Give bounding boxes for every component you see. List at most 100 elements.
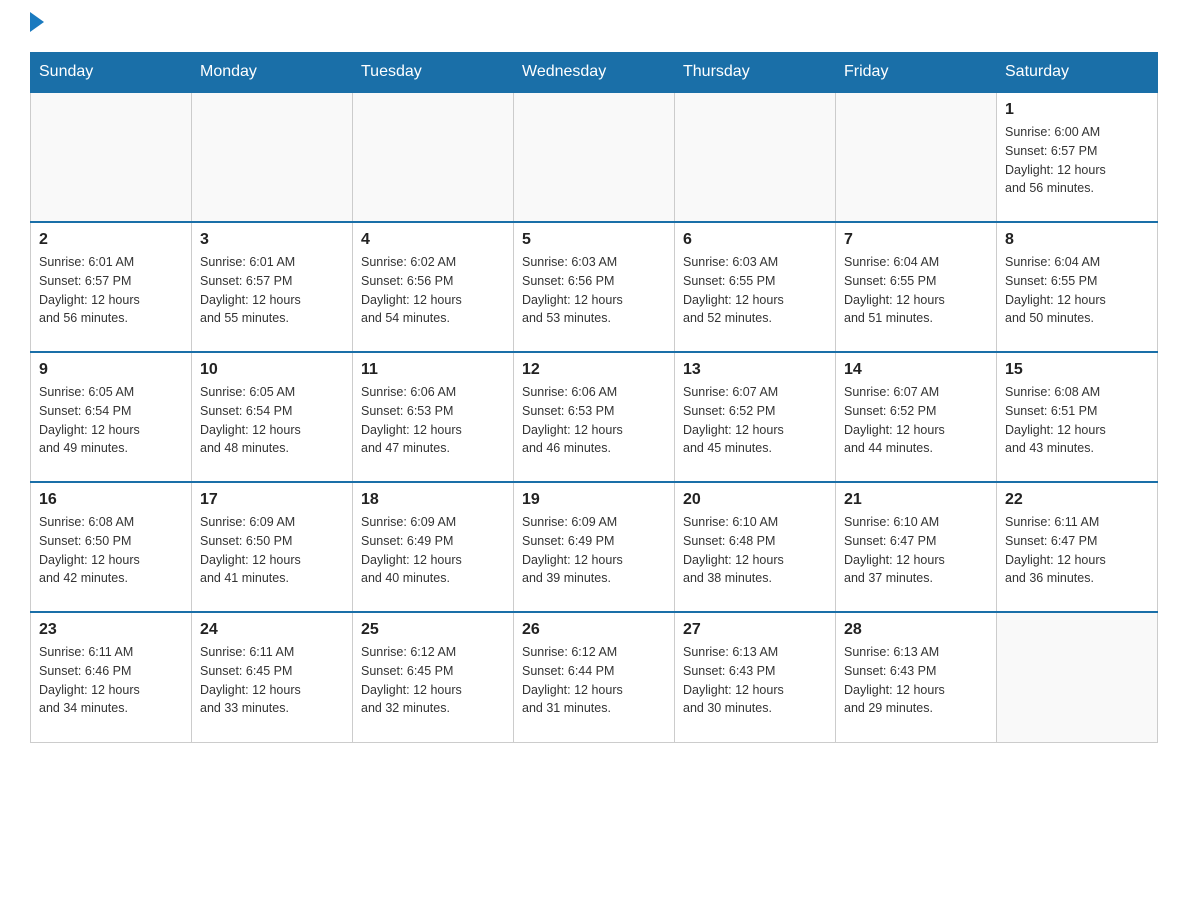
weekday-header-sunday: Sunday <box>31 53 192 93</box>
calendar-cell: 25 Sunrise: 6:12 AM Sunset: 6:45 PM Dayli… <box>353 612 514 742</box>
weekday-header-wednesday: Wednesday <box>514 53 675 93</box>
day-info: Sunrise: 6:02 AM Sunset: 6:56 PM Dayligh… <box>361 253 505 328</box>
day-info: Sunrise: 6:11 AM Sunset: 6:45 PM Dayligh… <box>200 643 344 718</box>
logo <box>30 20 44 32</box>
calendar-cell: 2 Sunrise: 6:01 AM Sunset: 6:57 PM Daylig… <box>31 222 192 352</box>
day-info: Sunrise: 6:06 AM Sunset: 6:53 PM Dayligh… <box>522 383 666 458</box>
day-number: 15 <box>1005 361 1149 379</box>
day-info: Sunrise: 6:09 AM Sunset: 6:50 PM Dayligh… <box>200 513 344 588</box>
calendar-table: SundayMondayTuesdayWednesdayThursdayFrid… <box>30 52 1158 743</box>
calendar-cell: 14 Sunrise: 6:07 AM Sunset: 6:52 PM Dayli… <box>836 352 997 482</box>
day-info: Sunrise: 6:08 AM Sunset: 6:50 PM Dayligh… <box>39 513 183 588</box>
calendar-cell: 5 Sunrise: 6:03 AM Sunset: 6:56 PM Daylig… <box>514 222 675 352</box>
day-info: Sunrise: 6:03 AM Sunset: 6:55 PM Dayligh… <box>683 253 827 328</box>
day-info: Sunrise: 6:09 AM Sunset: 6:49 PM Dayligh… <box>361 513 505 588</box>
weekday-header-thursday: Thursday <box>675 53 836 93</box>
day-number: 7 <box>844 231 988 249</box>
day-number: 21 <box>844 491 988 509</box>
calendar-cell <box>997 612 1158 742</box>
day-number: 28 <box>844 621 988 639</box>
day-info: Sunrise: 6:08 AM Sunset: 6:51 PM Dayligh… <box>1005 383 1149 458</box>
calendar-cell: 3Sunrise: 6:01 AM Sunset: 6:57 PM Daylig… <box>192 222 353 352</box>
calendar-cell <box>192 92 353 222</box>
calendar-cell: 26 Sunrise: 6:12 AM Sunset: 6:44 PM Dayli… <box>514 612 675 742</box>
day-number: 22 <box>1005 491 1149 509</box>
day-number: 17 <box>200 491 344 509</box>
page-header <box>30 20 1158 32</box>
calendar-cell: 20 Sunrise: 6:10 AM Sunset: 6:48 PM Dayli… <box>675 482 836 612</box>
day-number: 11 <box>361 361 505 379</box>
day-number: 4 <box>361 231 505 249</box>
week-row-2: 2 Sunrise: 6:01 AM Sunset: 6:57 PM Daylig… <box>31 222 1158 352</box>
day-info: Sunrise: 6:05 AM Sunset: 6:54 PM Dayligh… <box>200 383 344 458</box>
day-number: 10 <box>200 361 344 379</box>
day-info: Sunrise: 6:11 AM Sunset: 6:46 PM Dayligh… <box>39 643 183 718</box>
day-info: Sunrise: 6:13 AM Sunset: 6:43 PM Dayligh… <box>844 643 988 718</box>
day-number: 24 <box>200 621 344 639</box>
weekday-header-saturday: Saturday <box>997 53 1158 93</box>
calendar-cell <box>514 92 675 222</box>
day-number: 13 <box>683 361 827 379</box>
calendar-cell: 12 Sunrise: 6:06 AM Sunset: 6:53 PM Dayli… <box>514 352 675 482</box>
day-number: 18 <box>361 491 505 509</box>
day-number: 26 <box>522 621 666 639</box>
day-number: 19 <box>522 491 666 509</box>
day-number: 23 <box>39 621 183 639</box>
calendar-cell: 4 Sunrise: 6:02 AM Sunset: 6:56 PM Daylig… <box>353 222 514 352</box>
calendar-cell <box>353 92 514 222</box>
calendar-cell: 24 Sunrise: 6:11 AM Sunset: 6:45 PM Dayli… <box>192 612 353 742</box>
day-number: 20 <box>683 491 827 509</box>
day-info: Sunrise: 6:10 AM Sunset: 6:48 PM Dayligh… <box>683 513 827 588</box>
calendar-cell: 16 Sunrise: 6:08 AM Sunset: 6:50 PM Dayli… <box>31 482 192 612</box>
weekday-header-tuesday: Tuesday <box>353 53 514 93</box>
day-info: Sunrise: 6:04 AM Sunset: 6:55 PM Dayligh… <box>844 253 988 328</box>
calendar-cell: 19 Sunrise: 6:09 AM Sunset: 6:49 PM Dayli… <box>514 482 675 612</box>
day-number: 27 <box>683 621 827 639</box>
calendar-cell: 23 Sunrise: 6:11 AM Sunset: 6:46 PM Dayli… <box>31 612 192 742</box>
day-number: 16 <box>39 491 183 509</box>
day-info: Sunrise: 6:06 AM Sunset: 6:53 PM Dayligh… <box>361 383 505 458</box>
calendar-cell: 7 Sunrise: 6:04 AM Sunset: 6:55 PM Daylig… <box>836 222 997 352</box>
day-info: Sunrise: 6:07 AM Sunset: 6:52 PM Dayligh… <box>844 383 988 458</box>
day-info: Sunrise: 6:05 AM Sunset: 6:54 PM Dayligh… <box>39 383 183 458</box>
calendar-cell <box>836 92 997 222</box>
calendar-cell: 17 Sunrise: 6:09 AM Sunset: 6:50 PM Dayli… <box>192 482 353 612</box>
day-info: Sunrise: 6:07 AM Sunset: 6:52 PM Dayligh… <box>683 383 827 458</box>
calendar-cell: 9 Sunrise: 6:05 AM Sunset: 6:54 PM Daylig… <box>31 352 192 482</box>
weekday-header-friday: Friday <box>836 53 997 93</box>
week-row-1: 1Sunrise: 6:00 AM Sunset: 6:57 PM Daylig… <box>31 92 1158 222</box>
calendar-cell: 28 Sunrise: 6:13 AM Sunset: 6:43 PM Dayli… <box>836 612 997 742</box>
day-number: 6 <box>683 231 827 249</box>
day-info: Sunrise: 6:09 AM Sunset: 6:49 PM Dayligh… <box>522 513 666 588</box>
day-number: 25 <box>361 621 505 639</box>
logo-arrow-icon <box>30 12 44 32</box>
day-number: 2 <box>39 231 183 249</box>
day-info: Sunrise: 6:03 AM Sunset: 6:56 PM Dayligh… <box>522 253 666 328</box>
weekday-header-monday: Monday <box>192 53 353 93</box>
week-row-3: 9 Sunrise: 6:05 AM Sunset: 6:54 PM Daylig… <box>31 352 1158 482</box>
day-info: Sunrise: 6:12 AM Sunset: 6:44 PM Dayligh… <box>522 643 666 718</box>
day-number: 5 <box>522 231 666 249</box>
day-number: 3 <box>200 231 344 249</box>
day-number: 12 <box>522 361 666 379</box>
day-info: Sunrise: 6:13 AM Sunset: 6:43 PM Dayligh… <box>683 643 827 718</box>
day-number: 1 <box>1005 101 1149 119</box>
calendar-cell <box>675 92 836 222</box>
calendar-cell: 1Sunrise: 6:00 AM Sunset: 6:57 PM Daylig… <box>997 92 1158 222</box>
calendar-cell: 27 Sunrise: 6:13 AM Sunset: 6:43 PM Dayli… <box>675 612 836 742</box>
day-number: 9 <box>39 361 183 379</box>
calendar-cell: 10 Sunrise: 6:05 AM Sunset: 6:54 PM Dayli… <box>192 352 353 482</box>
calendar-cell: 22 Sunrise: 6:11 AM Sunset: 6:47 PM Dayli… <box>997 482 1158 612</box>
day-info: Sunrise: 6:04 AM Sunset: 6:55 PM Dayligh… <box>1005 253 1149 328</box>
day-info: Sunrise: 6:10 AM Sunset: 6:47 PM Dayligh… <box>844 513 988 588</box>
calendar-cell: 13 Sunrise: 6:07 AM Sunset: 6:52 PM Dayli… <box>675 352 836 482</box>
week-row-4: 16 Sunrise: 6:08 AM Sunset: 6:50 PM Dayli… <box>31 482 1158 612</box>
day-info: Sunrise: 6:11 AM Sunset: 6:47 PM Dayligh… <box>1005 513 1149 588</box>
day-number: 14 <box>844 361 988 379</box>
calendar-cell: 15 Sunrise: 6:08 AM Sunset: 6:51 PM Dayli… <box>997 352 1158 482</box>
day-info: Sunrise: 6:12 AM Sunset: 6:45 PM Dayligh… <box>361 643 505 718</box>
calendar-cell: 21 Sunrise: 6:10 AM Sunset: 6:47 PM Dayli… <box>836 482 997 612</box>
day-info: Sunrise: 6:01 AM Sunset: 6:57 PM Dayligh… <box>39 253 183 328</box>
calendar-cell <box>31 92 192 222</box>
calendar-cell: 11 Sunrise: 6:06 AM Sunset: 6:53 PM Dayli… <box>353 352 514 482</box>
